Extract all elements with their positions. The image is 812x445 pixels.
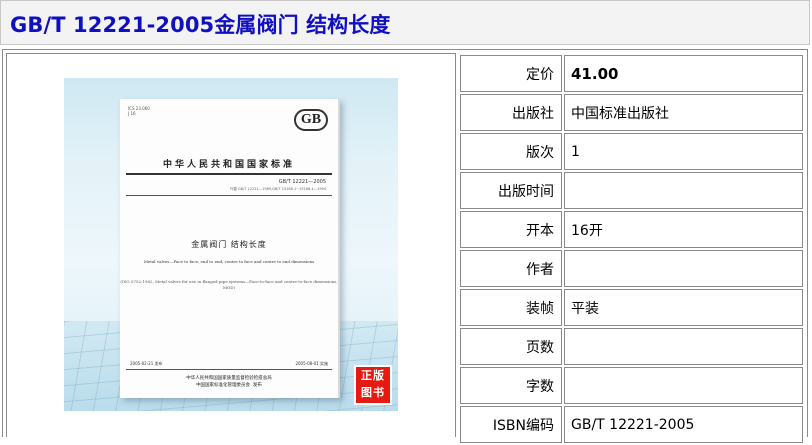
gb-logo: GB — [294, 109, 328, 131]
table-row: 开本 16开 — [460, 211, 803, 248]
edition-label: 版次 — [460, 133, 562, 170]
book-divider — [126, 195, 332, 196]
book-effective-date: 2005-08-01 实施 — [295, 361, 328, 366]
format-value: 16开 — [564, 211, 803, 248]
product-page: GB/T 12221-2005金属阀门 结构长度 ICS 23.060 J 16… — [0, 0, 812, 443]
pages-label: 页数 — [460, 328, 562, 365]
edition-value: 1 — [564, 133, 803, 170]
book-divider — [126, 369, 332, 370]
table-row: 出版时间 — [460, 172, 803, 209]
table-row: 装帧 平装 — [460, 289, 803, 326]
stamp-line-2: 图书 — [361, 386, 385, 399]
isbn-value: GB/T 12221-2005 — [564, 406, 803, 443]
pages-value — [564, 328, 803, 365]
table-row: 定价 41.00 — [460, 55, 803, 92]
author-label: 作者 — [460, 250, 562, 287]
author-value — [564, 250, 803, 287]
book-standard-header: 中华人民共和国国家标准 — [162, 160, 295, 170]
binding-label: 装帧 — [460, 289, 562, 326]
book-title: 金属阀门 结构长度 — [191, 240, 267, 249]
binding-value: 平装 — [564, 289, 803, 326]
product-info-table: 定价 41.00 出版社 中国标准出版社 版次 1 出版时间 开本 16开 作者 — [458, 53, 805, 445]
format-label: 开本 — [460, 211, 562, 248]
table-row: 作者 — [460, 250, 803, 287]
table-row: ISBN编码 GB/T 12221-2005 — [460, 406, 803, 443]
genuine-book-stamp: 正版 图书 — [354, 365, 392, 405]
book-ics-code: ICS 23.060 J 16 — [128, 106, 150, 116]
word-count-value — [564, 367, 803, 404]
book-iso-reference: (ISO 5752:1982, Metal valves for use in … — [120, 279, 338, 290]
book-standard-number: GB/T 12221—2005 — [278, 179, 326, 185]
word-count-label: 字数 — [460, 367, 562, 404]
table-row: 字数 — [460, 367, 803, 404]
book-publisher: 中华人民共和国国家质量监督检验检疫总局 中国国家标准化管理委员会 发布 — [186, 376, 272, 388]
book-divider — [126, 173, 332, 175]
table-row: 出版社 中国标准出版社 — [460, 94, 803, 131]
page-title: GB/T 12221-2005金属阀门 结构长度 — [10, 13, 391, 37]
isbn-label: ISBN编码 — [460, 406, 562, 443]
price-label: 定价 — [460, 55, 562, 92]
publisher-value: 中国标准出版社 — [564, 94, 803, 131]
price-value: 41.00 — [564, 55, 803, 92]
title-bar: GB/T 12221-2005金属阀门 结构长度 — [0, 0, 810, 45]
publish-date-label: 出版时间 — [460, 172, 562, 209]
table-row: 页数 — [460, 328, 803, 365]
publisher-label: 出版社 — [460, 94, 562, 131]
stamp-line-1: 正版 — [361, 369, 385, 382]
product-image[interactable]: ICS 23.060 J 16 GB 中华人民共和国国家标准 GB/T 1222… — [64, 78, 398, 411]
book-english-title: Metal valves—Face to face, end to end, c… — [143, 259, 315, 264]
book-replaces: 代替 GB/T 12221—1989,GB/T 15188.1~15188.4—… — [229, 187, 326, 191]
table-row: 版次 1 — [460, 133, 803, 170]
book-issue-date: 2005-02-21 发布 — [130, 361, 163, 366]
book-cover: ICS 23.060 J 16 GB 中华人民共和国国家标准 GB/T 1222… — [120, 99, 340, 398]
publish-date-value — [564, 172, 803, 209]
book-dates: 2005-02-21 发布 2005-08-01 实施 — [130, 361, 328, 367]
